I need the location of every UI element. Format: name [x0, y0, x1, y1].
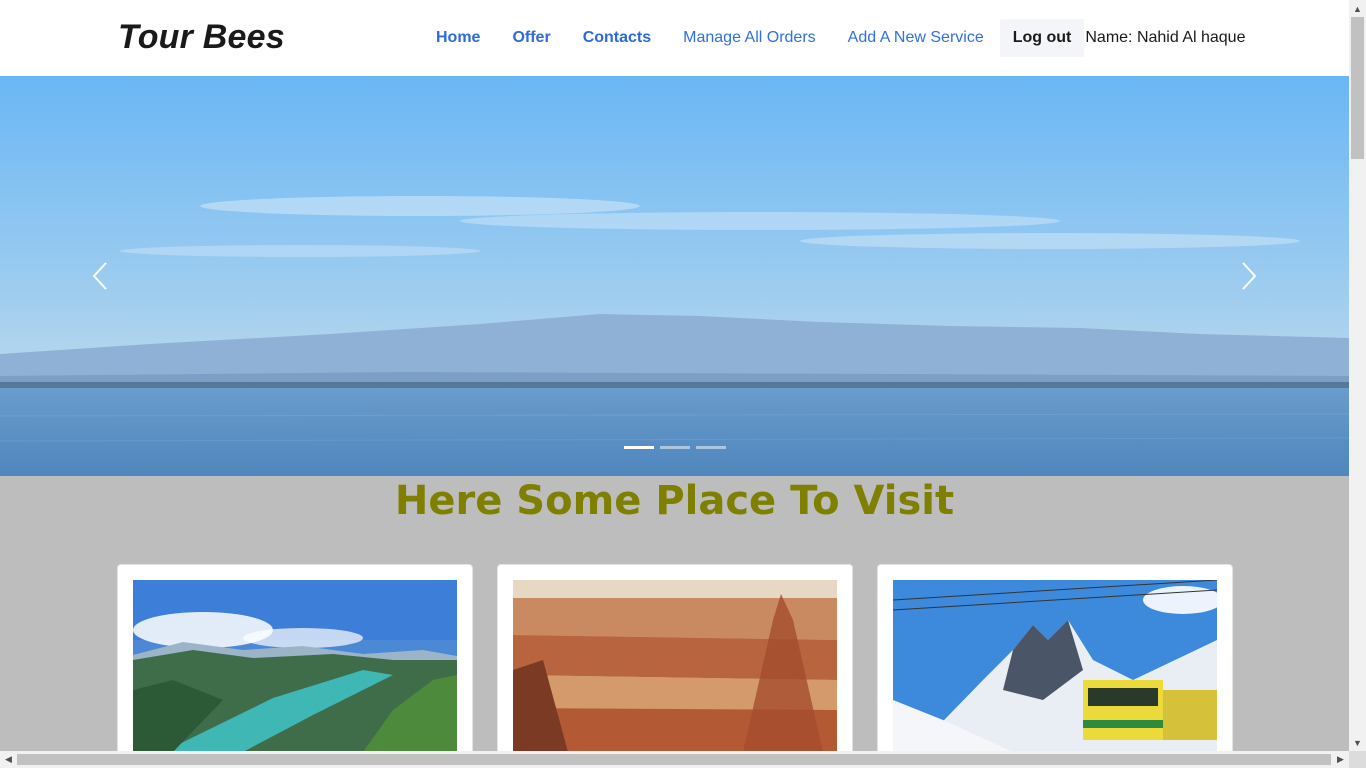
scroll-left-icon[interactable]: ◀ [0, 751, 17, 768]
place-card[interactable] [877, 564, 1233, 764]
section-title: Here Some Place To Visit [394, 478, 955, 524]
carousel-indicator[interactable] [696, 446, 726, 449]
nav-add-service-link[interactable]: Add A New Service [832, 19, 1000, 57]
scroll-down-icon[interactable]: ▼ [1349, 734, 1366, 751]
nav-home-link[interactable]: Home [420, 19, 496, 57]
carousel-next-button[interactable] [1228, 256, 1268, 296]
carousel-prev-button[interactable] [81, 256, 121, 296]
chevron-right-icon [1242, 262, 1257, 290]
place-image [893, 580, 1217, 752]
user-name-label: Name: Nahid Al haque [1085, 29, 1246, 46]
place-card[interactable] [117, 564, 473, 764]
nav-contacts-link[interactable]: Contacts [567, 19, 667, 57]
chevron-left-icon [92, 262, 107, 290]
nav-manage-orders-link[interactable]: Manage All Orders [667, 19, 832, 57]
navbar: Tour Bees Home Offer Contacts Manage All… [0, 0, 1349, 76]
logout-button[interactable]: Log out [999, 19, 1085, 57]
brand-logo[interactable]: Tour Bees [118, 18, 285, 57]
vertical-scrollbar[interactable]: ▲ ▼ [1349, 0, 1366, 751]
scroll-right-icon[interactable]: ▶ [1332, 751, 1349, 768]
place-image [513, 580, 837, 752]
nav-offer-link[interactable]: Offer [496, 19, 566, 57]
place-image [133, 580, 457, 752]
horizontal-scroll-thumb[interactable] [17, 754, 1331, 765]
scrollbar-corner [1349, 751, 1366, 768]
hero-carousel [0, 76, 1349, 476]
carousel-slide-image [0, 76, 1349, 476]
scroll-up-icon[interactable]: ▲ [1349, 0, 1366, 17]
vertical-scroll-thumb[interactable] [1351, 17, 1364, 159]
horizontal-scrollbar[interactable]: ◀ ▶ [0, 751, 1349, 768]
carousel-indicator[interactable] [660, 446, 690, 449]
carousel-indicators [624, 446, 726, 449]
main-nav: Home Offer Contacts Manage All Orders Ad… [420, 19, 1245, 57]
carousel-indicator[interactable] [624, 446, 654, 449]
place-card[interactable] [497, 564, 853, 764]
